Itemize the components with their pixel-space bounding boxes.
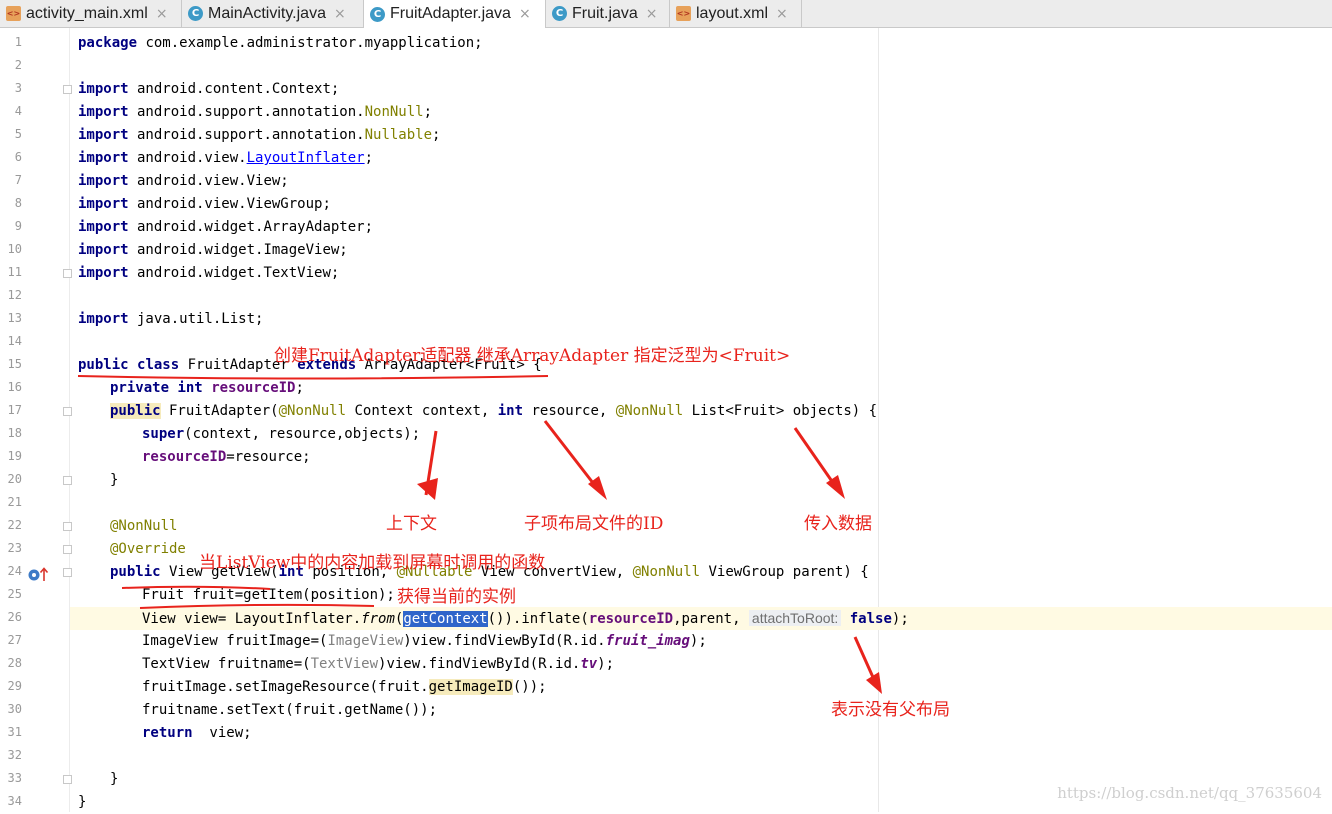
annotation-resource-note: 子项布局文件的ID bbox=[524, 514, 664, 534]
arrow-objects bbox=[793, 427, 845, 499]
annotation-overlay bbox=[77, 375, 882, 694]
watermark: https://blog.csdn.net/qq_37635604 bbox=[1057, 784, 1322, 802]
underline-class-declaration bbox=[77, 375, 549, 380]
annotation-getitem-note: 获得当前的实例 bbox=[397, 587, 516, 607]
underline-getview bbox=[121, 585, 271, 590]
arrow-context bbox=[417, 430, 438, 500]
underline-getitem bbox=[139, 603, 375, 609]
annotation-context-note: 上下文 bbox=[386, 514, 437, 534]
arrow-resource bbox=[543, 420, 607, 500]
arrow-false bbox=[853, 636, 882, 694]
annotation-objects-note: 传入数据 bbox=[804, 514, 872, 534]
annotation-false-note: 表示没有父布局 bbox=[831, 700, 950, 720]
annotation-getview-note: 当ListView中的内容加载到屏幕时调用的函数 bbox=[199, 553, 546, 573]
annotation-class-note: 创建FruitAdapter适配器 继承ArrayAdapter 指定泛型为<F… bbox=[274, 346, 791, 366]
